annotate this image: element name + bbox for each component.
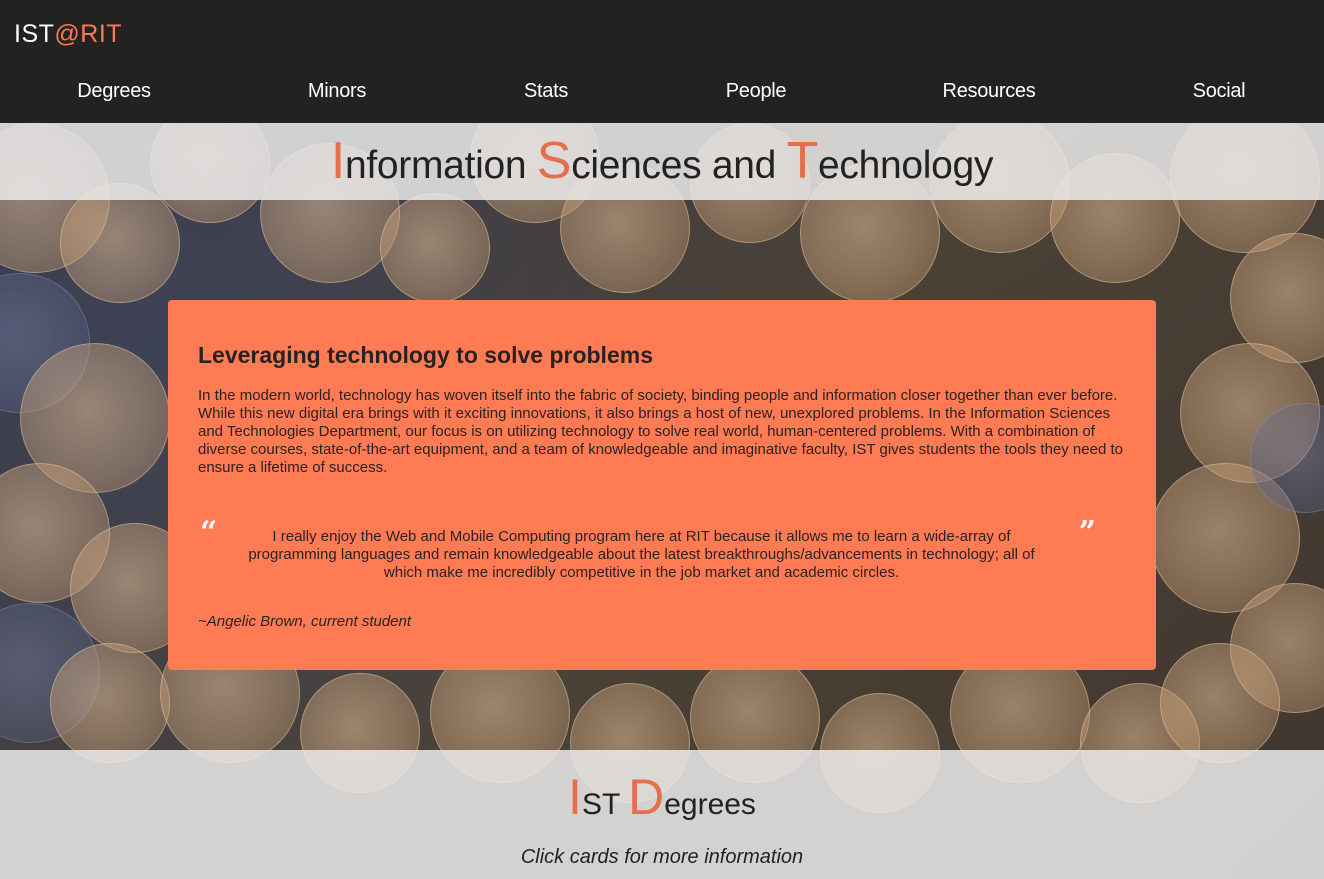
degrees-subtitle: Click cards for more information xyxy=(520,846,804,868)
logo-prefix: IST xyxy=(14,20,55,48)
intro-card: Leveraging technology to solve problems … xyxy=(168,300,1156,670)
card-heading: Leveraging technology to solve problems xyxy=(198,342,653,368)
nav-item-social[interactable]: Social xyxy=(1193,80,1246,103)
degrees-cap-d: D xyxy=(628,769,665,825)
degrees-section: IST Degrees Click cards for more informa… xyxy=(0,750,1324,879)
degrees-title: IST Degrees xyxy=(0,768,1324,826)
site-logo[interactable]: IST@RIT xyxy=(14,20,122,49)
page-title: Information Sciences and Technology xyxy=(0,131,1324,191)
title-cap-s: S xyxy=(536,132,572,190)
quote-text: I really enjoy the Web and Mobile Comput… xyxy=(248,528,1035,581)
nav-item-stats[interactable]: Stats xyxy=(524,80,568,103)
top-bar: IST@RIT Degrees Minors Stats People Reso… xyxy=(0,0,1324,123)
quote-attribution: ~Angelic Brown, current student xyxy=(198,613,412,630)
nav-item-resources[interactable]: Resources xyxy=(943,80,1036,103)
open-quote-icon: “ xyxy=(200,515,218,550)
nav-item-people[interactable]: People xyxy=(726,80,787,103)
degrees-word-degrees: egrees xyxy=(664,788,756,821)
title-cap-i: I xyxy=(330,132,345,190)
degrees-word-ist: ST xyxy=(581,788,620,821)
title-cap-t: T xyxy=(786,132,819,190)
close-quote-icon: ” xyxy=(1078,515,1096,550)
degrees-cap-i: I xyxy=(568,769,582,825)
nav-item-minors[interactable]: Minors xyxy=(308,80,367,103)
nav-item-degrees[interactable]: Degrees xyxy=(77,80,151,103)
main-nav: Degrees Minors Stats People Resources So… xyxy=(0,80,1324,114)
title-band: Information Sciences and Technology xyxy=(0,123,1324,200)
card-body: In the modern world, technology has wove… xyxy=(198,387,1123,476)
title-word-information: nformation xyxy=(344,144,527,187)
logo-accent: @RIT xyxy=(54,20,123,48)
student-quote: “ I really enjoy the Web and Mobile Comp… xyxy=(198,518,1126,588)
title-word-sciences: ciences and xyxy=(571,144,777,187)
title-word-technology: echnology xyxy=(818,144,994,187)
